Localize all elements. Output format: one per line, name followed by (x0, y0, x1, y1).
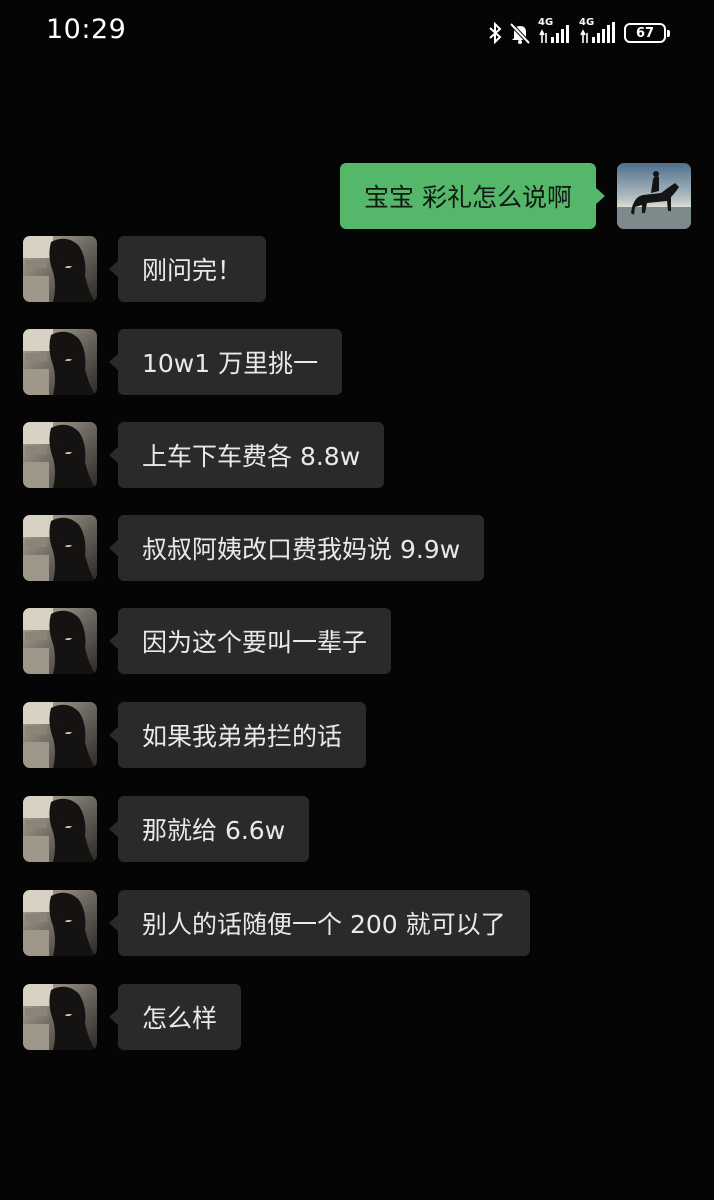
message-bubble-outgoing[interactable]: 宝宝 彩礼怎么说啊 (340, 163, 605, 229)
contact-avatar[interactable] (23, 329, 97, 395)
message-bubble-incoming[interactable]: 10w1 万里挑一 (108, 329, 343, 395)
message-row-outgoing: 宝宝 彩礼怎么说啊 (0, 163, 714, 229)
contact-avatar[interactable] (23, 702, 97, 768)
contact-avatar[interactable] (23, 236, 97, 302)
message-bubble-incoming[interactable]: 那就给 6.6w (108, 796, 310, 862)
contact-avatar[interactable] (23, 796, 97, 862)
message-bubble-incoming[interactable]: 因为这个要叫一辈子 (108, 608, 392, 674)
message-row-incoming: 别人的话随便一个 200 就可以了 (0, 890, 714, 956)
message-bubble-incoming[interactable]: 如果我弟弟拦的话 (108, 702, 367, 768)
chat-area[interactable]: 宝宝 彩礼怎么说啊 刚问完！ 10w1 万里挑一 上车下车费各 8.8w 叔叔阿… (0, 0, 714, 1200)
message-row-incoming: 上车下车费各 8.8w (0, 422, 714, 488)
message-bubble-incoming[interactable]: 上车下车费各 8.8w (108, 422, 385, 488)
message-row-incoming: 刚问完！ (0, 236, 714, 302)
message-row-incoming: 10w1 万里挑一 (0, 329, 714, 395)
message-bubble-incoming[interactable]: 刚问完！ (108, 236, 267, 302)
message-row-incoming: 那就给 6.6w (0, 796, 714, 862)
message-row-incoming: 因为这个要叫一辈子 (0, 608, 714, 674)
message-row-incoming: 叔叔阿姨改口费我妈说 9.9w (0, 515, 714, 581)
contact-avatar[interactable] (23, 608, 97, 674)
message-bubble-incoming[interactable]: 怎么样 (108, 984, 242, 1050)
my-avatar[interactable] (617, 163, 691, 229)
message-row-incoming: 如果我弟弟拦的话 (0, 702, 714, 768)
message-bubble-incoming[interactable]: 别人的话随便一个 200 就可以了 (109, 890, 530, 956)
contact-avatar[interactable] (23, 422, 97, 488)
message-bubble-incoming[interactable]: 叔叔阿姨改口费我妈说 9.9w (108, 515, 485, 581)
message-row-incoming: 怎么样 (0, 984, 714, 1050)
contact-avatar[interactable] (23, 515, 97, 581)
contact-avatar[interactable] (23, 984, 97, 1050)
contact-avatar[interactable] (23, 890, 97, 956)
